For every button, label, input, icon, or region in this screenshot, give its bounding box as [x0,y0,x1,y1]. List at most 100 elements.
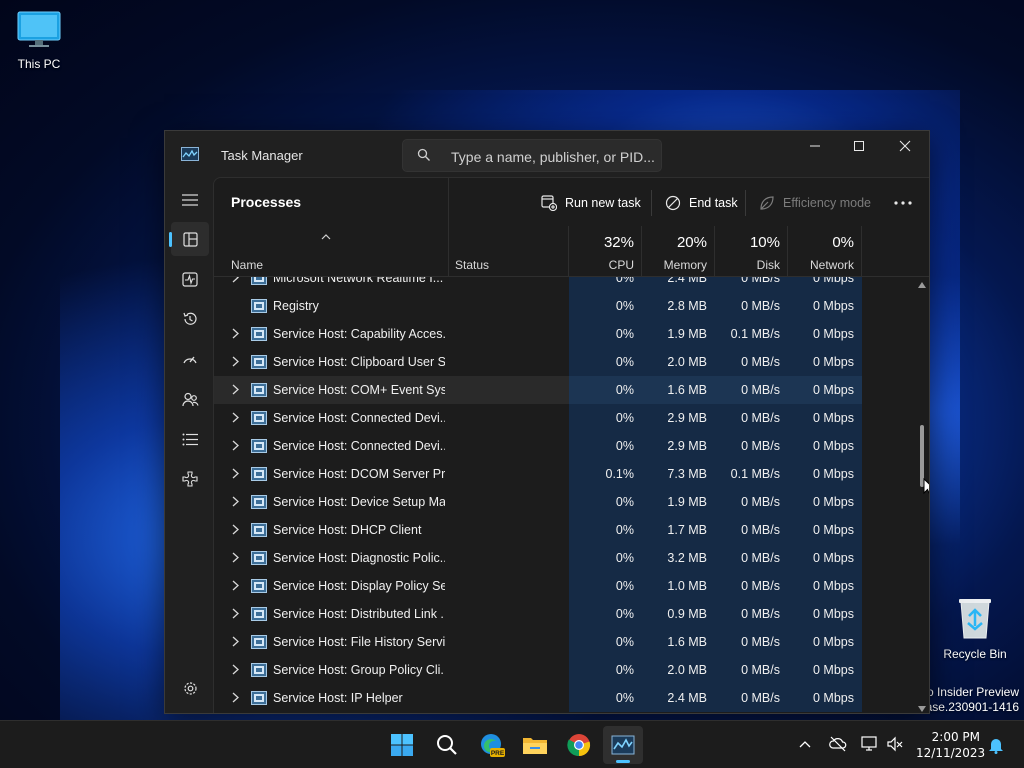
network-cell: 0 Mbps [788,656,862,684]
process-row[interactable]: Service Host: DCOM Server Pr... 0.1% 7.3 M… [214,460,862,488]
cpu-cell: 0% [569,432,642,460]
disk-cell: 0 MB/s [715,404,788,432]
desktop-icon-this-pc[interactable]: This PC [1,10,77,71]
chevron-right-icon[interactable] [232,468,239,479]
clock-time: 2:00 PM [931,730,980,744]
process-name: Service Host: Distributed Link ... [273,607,445,621]
chevron-right-icon[interactable] [232,356,239,367]
process-name: Service Host: Diagnostic Polic... [273,551,445,565]
chevron-right-icon[interactable] [232,692,239,703]
desktop-icon-recycle-bin[interactable]: Recycle Bin [937,596,1013,661]
end-task-button[interactable]: End task [665,190,738,216]
process-name: Service Host: Device Setup Ma... [273,495,445,509]
title-bar[interactable]: Task Manager [165,131,929,177]
nav-services[interactable] [171,462,209,496]
chevron-right-icon[interactable] [232,524,239,535]
process-row[interactable]: Service Host: Connected Devi... 0% 2.9 MB 0… [214,432,862,460]
hamburger-menu-button[interactable] [171,183,209,217]
column-header-network[interactable]: 0% Network [788,226,862,276]
network-cell: 0 Mbps [788,376,862,404]
nav-performance[interactable] [171,262,209,296]
column-header-status[interactable]: Status [438,226,558,276]
process-row[interactable]: Service Host: Device Setup Ma... 0% 1.9 MB… [214,488,862,516]
chevron-right-icon[interactable] [232,328,239,339]
minimize-button[interactable] [792,131,838,161]
chevron-right-icon[interactable] [232,412,239,423]
maximize-button[interactable] [836,131,882,161]
nav-app-history[interactable] [171,302,209,336]
chevron-up-icon[interactable] [799,740,811,748]
chevron-right-icon[interactable] [232,384,239,395]
process-row[interactable]: Registry 0% 2.8 MB 0 MB/s 0 Mbps [214,292,862,320]
chevron-right-icon[interactable] [232,608,239,619]
process-row[interactable]: Microsoft Network Realtime I... 0% 2.4 MB 0… [214,277,862,292]
task-manager-window[interactable]: Task Manager Type a name, publisher, or … [164,130,930,714]
process-row[interactable]: Service Host: Diagnostic Polic... 0% 3.2 M… [214,544,862,572]
chevron-right-icon[interactable] [232,440,239,451]
disk-cell: 0 MB/s [715,656,788,684]
column-header-name[interactable]: Name [214,226,448,276]
disk-label: Disk [756,258,780,272]
process-row[interactable]: Service Host: IP Helper 0% 2.4 MB 0 MB/s 0 M… [214,684,862,712]
process-name: Service Host: Connected Devi... [273,411,445,425]
scroll-up-icon[interactable] [918,282,926,288]
network-icon[interactable] [861,736,879,752]
process-row[interactable]: Service Host: Distributed Link ... 0% 0.9 … [214,600,862,628]
task-manager-icon [611,735,635,755]
watermark-line2: ease.230901-1416 [918,700,1019,714]
taskbar-edge-button[interactable]: PRE [472,726,512,764]
process-row[interactable]: Service Host: Connected Devi... 0% 2.9 MB 0… [214,404,862,432]
volume-muted-icon[interactable] [886,736,904,752]
chevron-right-icon[interactable] [232,664,239,675]
process-row[interactable]: Service Host: Capability Acces... 0% 1.9 M… [214,320,862,348]
process-name: Service Host: Connected Devi... [273,439,445,453]
search-box[interactable] [402,139,662,173]
end-task-icon [665,195,681,211]
taskbar-search-button[interactable] [427,726,467,764]
maximize-icon [854,141,864,151]
disk-cell: 0 MB/s [715,348,788,376]
column-header-cpu[interactable]: 32% CPU [569,226,642,276]
more-options-button[interactable] [894,190,912,216]
cpu-cell: 0% [569,348,642,376]
vertical-scrollbar[interactable] [917,282,927,712]
network-cell: 0 Mbps [788,320,862,348]
taskbar-chrome-button[interactable] [559,726,599,764]
process-row[interactable]: Service Host: Display Policy Se... 0% 1.0 … [214,572,862,600]
process-row[interactable]: Service Host: Clipboard User S... 0% 2.0 M… [214,348,862,376]
nav-settings[interactable] [171,671,209,705]
onedrive-offline-icon[interactable] [829,736,847,752]
chevron-right-icon[interactable] [232,552,239,563]
run-new-task-button[interactable]: Run new task [541,190,641,216]
taskbar-file-explorer-button[interactable] [515,726,555,764]
process-icon [251,355,267,369]
taskbar-clock[interactable]: 2:00 PM 12/11/2023 [916,729,985,761]
nav-startup-apps[interactable] [171,342,209,376]
process-row[interactable]: Service Host: Group Policy Cli... 0% 2.0 M… [214,656,862,684]
notification-bell-icon[interactable] [988,736,1004,754]
process-row[interactable]: Service Host: COM+ Event Sys... 0% 1.6 MB 0… [214,376,862,404]
efficiency-mode-label: Efficiency mode [783,196,872,210]
chevron-right-icon[interactable] [232,636,239,647]
process-icon [251,383,267,397]
nav-processes[interactable] [169,222,209,256]
column-header-disk[interactable]: 10% Disk [715,226,788,276]
process-row[interactable]: Service Host: DHCP Client 0% 1.7 MB 0 MB/s 0… [214,516,862,544]
process-icon [251,495,267,509]
chevron-right-icon[interactable] [232,277,239,283]
nav-users[interactable] [171,382,209,416]
column-header-memory[interactable]: 20% Memory [642,226,715,276]
process-row[interactable]: Service Host: File History Servi... 0% 1.6… [214,628,862,656]
close-button[interactable] [882,131,928,161]
process-icon [251,277,267,285]
efficiency-mode-button[interactable]: Efficiency mode [759,190,871,216]
taskbar-start-button[interactable] [382,726,422,764]
users-icon [181,392,199,406]
scroll-down-icon[interactable] [918,706,926,712]
services-icon [182,471,198,487]
taskbar-task-manager-button[interactable] [603,726,643,764]
chevron-right-icon[interactable] [232,580,239,591]
nav-details[interactable] [171,422,209,456]
chevron-right-icon[interactable] [232,496,239,507]
search-input[interactable] [449,140,658,173]
